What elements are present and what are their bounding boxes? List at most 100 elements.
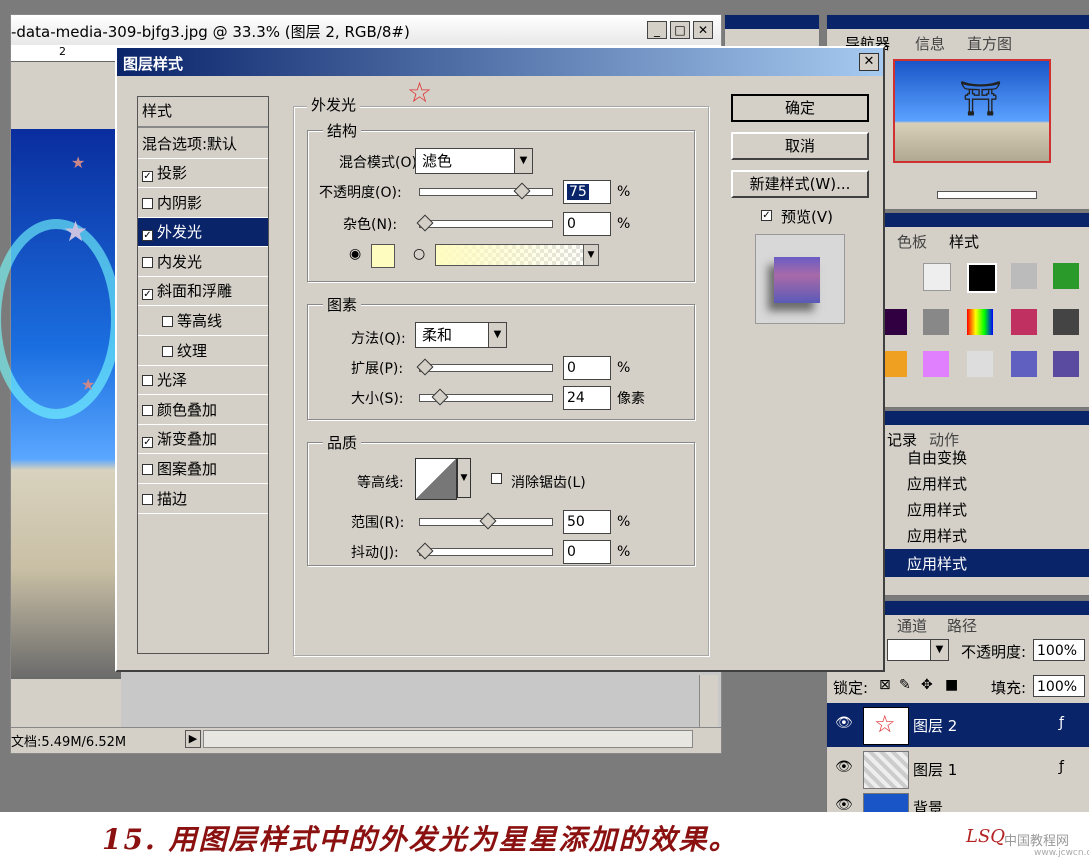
history-item[interactable]: 自由变换 (885, 447, 1089, 471)
style-item[interactable]: 描边 (138, 485, 268, 514)
chevron-down-icon[interactable]: ▼ (488, 323, 506, 347)
layer-name[interactable]: 背景 (913, 797, 943, 812)
history-item[interactable]: 应用样式 (885, 471, 1089, 497)
status-menu-arrow-icon[interactable]: ▶ (185, 730, 201, 748)
style-swatch[interactable] (967, 309, 993, 335)
style-checkbox[interactable] (142, 375, 153, 387)
style-item[interactable]: 颜色叠加 (138, 396, 268, 425)
cancel-button[interactable]: 取消 (731, 132, 869, 160)
style-item[interactable]: ✓ 渐变叠加 (138, 425, 268, 455)
lock-transparency-icon[interactable]: ⊠ (879, 677, 891, 693)
color-radio-icon[interactable]: ◉ (349, 246, 361, 262)
spread-input[interactable]: 0 (563, 356, 611, 380)
tab-styles[interactable]: 样式 (949, 231, 979, 252)
style-checkbox[interactable]: ✓ (142, 171, 153, 182)
ok-button[interactable]: 确定 (731, 94, 869, 122)
eye-icon[interactable]: 👁 (835, 715, 853, 731)
opacity-slider[interactable] (419, 182, 553, 200)
style-swatch[interactable] (1011, 309, 1037, 335)
style-checkbox[interactable] (142, 197, 153, 209)
layer-name[interactable]: 图层 1 (913, 759, 957, 780)
style-swatch[interactable] (885, 309, 907, 335)
style-swatch[interactable] (967, 351, 993, 377)
tab-channels[interactable]: 通道 (897, 615, 927, 636)
tab-swatches[interactable]: 色板 (897, 231, 927, 252)
new-style-button[interactable]: 新建样式(W)... (731, 170, 869, 198)
antialias-checkbox[interactable] (491, 473, 502, 484)
gradient-radio-icon[interactable]: ○ (413, 246, 425, 262)
navigator-thumbnail[interactable]: ⛩ (893, 59, 1051, 163)
style-checkbox[interactable] (142, 464, 153, 475)
layer-name[interactable]: 图层 2 (913, 715, 957, 736)
style-swatch[interactable] (1053, 263, 1079, 289)
jitter-slider[interactable] (416, 542, 553, 560)
close-icon[interactable]: ✕ (693, 21, 713, 39)
blend-mode-select[interactable]: 滤色 ▼ (415, 148, 533, 174)
history-item[interactable]: 应用样式 (885, 523, 1089, 549)
styles-header[interactable]: 样式 (138, 97, 268, 128)
style-checkbox[interactable] (142, 404, 153, 416)
blend-options-item[interactable]: 混合选项:默认 (138, 130, 268, 159)
spread-slider[interactable] (416, 358, 553, 376)
close-icon[interactable]: ✕ (859, 53, 879, 71)
size-input[interactable]: 24 (563, 386, 611, 410)
style-swatch[interactable] (923, 351, 949, 377)
fill-input[interactable]: 100% (1033, 675, 1085, 697)
layer-row-selected[interactable]: 👁 ☆ 图层 2 ƒ (827, 703, 1089, 747)
style-swatch[interactable] (1053, 351, 1079, 377)
tab-info[interactable]: 信息 (915, 33, 945, 54)
style-checkbox[interactable] (162, 345, 173, 357)
layer-effects-icon[interactable]: ƒ (1059, 759, 1064, 775)
method-select[interactable]: 柔和 ▼ (415, 322, 507, 348)
style-swatch[interactable] (1011, 263, 1037, 289)
eye-icon[interactable]: 👁 (835, 759, 853, 775)
layer-row[interactable]: 👁 背景 (827, 791, 1089, 812)
style-checkbox[interactable] (142, 493, 153, 505)
image-canvas[interactable]: ★ ★ ★ (0, 129, 121, 679)
style-swatch[interactable] (885, 351, 907, 377)
layer-row[interactable]: 👁 图层 1 ƒ (827, 749, 1089, 789)
horizontal-scrollbar[interactable] (203, 730, 693, 748)
style-item[interactable]: 内发光 (138, 248, 268, 277)
tab-paths[interactable]: 路径 (947, 615, 977, 636)
style-item[interactable]: 等高线 (138, 307, 268, 336)
noise-input[interactable]: 0 (563, 212, 611, 236)
style-item[interactable]: 内阴影 (138, 189, 268, 218)
style-item[interactable]: 图案叠加 (138, 455, 268, 484)
style-checkbox[interactable]: ✓ (142, 289, 153, 301)
style-swatch[interactable] (967, 263, 997, 293)
opacity-input[interactable]: 75 (563, 180, 611, 204)
style-swatch[interactable] (1011, 351, 1037, 377)
layer-effects-icon[interactable]: ƒ (1059, 715, 1064, 731)
preview-label[interactable]: 预览(V) (781, 206, 833, 227)
style-item[interactable]: 光泽 (138, 366, 268, 396)
style-checkbox[interactable]: ✓ (142, 230, 153, 242)
noise-slider[interactable] (416, 214, 553, 232)
style-swatch[interactable] (1053, 309, 1079, 335)
lock-brush-icon[interactable]: ✎ (899, 677, 911, 693)
style-item[interactable]: ✓ 外发光 (138, 218, 268, 248)
chevron-down-icon[interactable]: ▼ (514, 149, 532, 173)
gradient-picker[interactable]: ▼ (435, 244, 599, 266)
style-item[interactable]: ✓ 斜面和浮雕 (138, 277, 268, 307)
maximize-icon[interactable]: □ (670, 21, 690, 39)
zoom-slider[interactable] (923, 187, 1053, 201)
glow-color-swatch[interactable] (371, 244, 395, 268)
chevron-down-icon[interactable]: ▼ (457, 458, 471, 498)
vertical-scrollbar[interactable] (699, 675, 718, 727)
layer-opacity-input[interactable]: 100% (1033, 639, 1085, 661)
size-slider[interactable] (419, 388, 553, 406)
style-checkbox[interactable] (142, 256, 153, 268)
style-item[interactable]: 纹理 (138, 337, 268, 366)
chevron-down-icon[interactable]: ▼ (583, 245, 598, 265)
range-slider[interactable] (419, 512, 553, 530)
lock-all-icon[interactable]: ■ (945, 677, 958, 693)
range-input[interactable]: 50 (563, 510, 611, 534)
contour-picker[interactable] (415, 458, 457, 500)
minimize-icon[interactable]: _ (647, 21, 667, 39)
style-item[interactable]: ✓ 投影 (138, 159, 268, 188)
antialias-label[interactable]: 消除锯齿(L) (511, 472, 586, 492)
style-swatch[interactable] (923, 263, 951, 291)
style-checkbox[interactable] (162, 316, 173, 327)
preview-checkbox[interactable]: ✓ (761, 210, 772, 221)
